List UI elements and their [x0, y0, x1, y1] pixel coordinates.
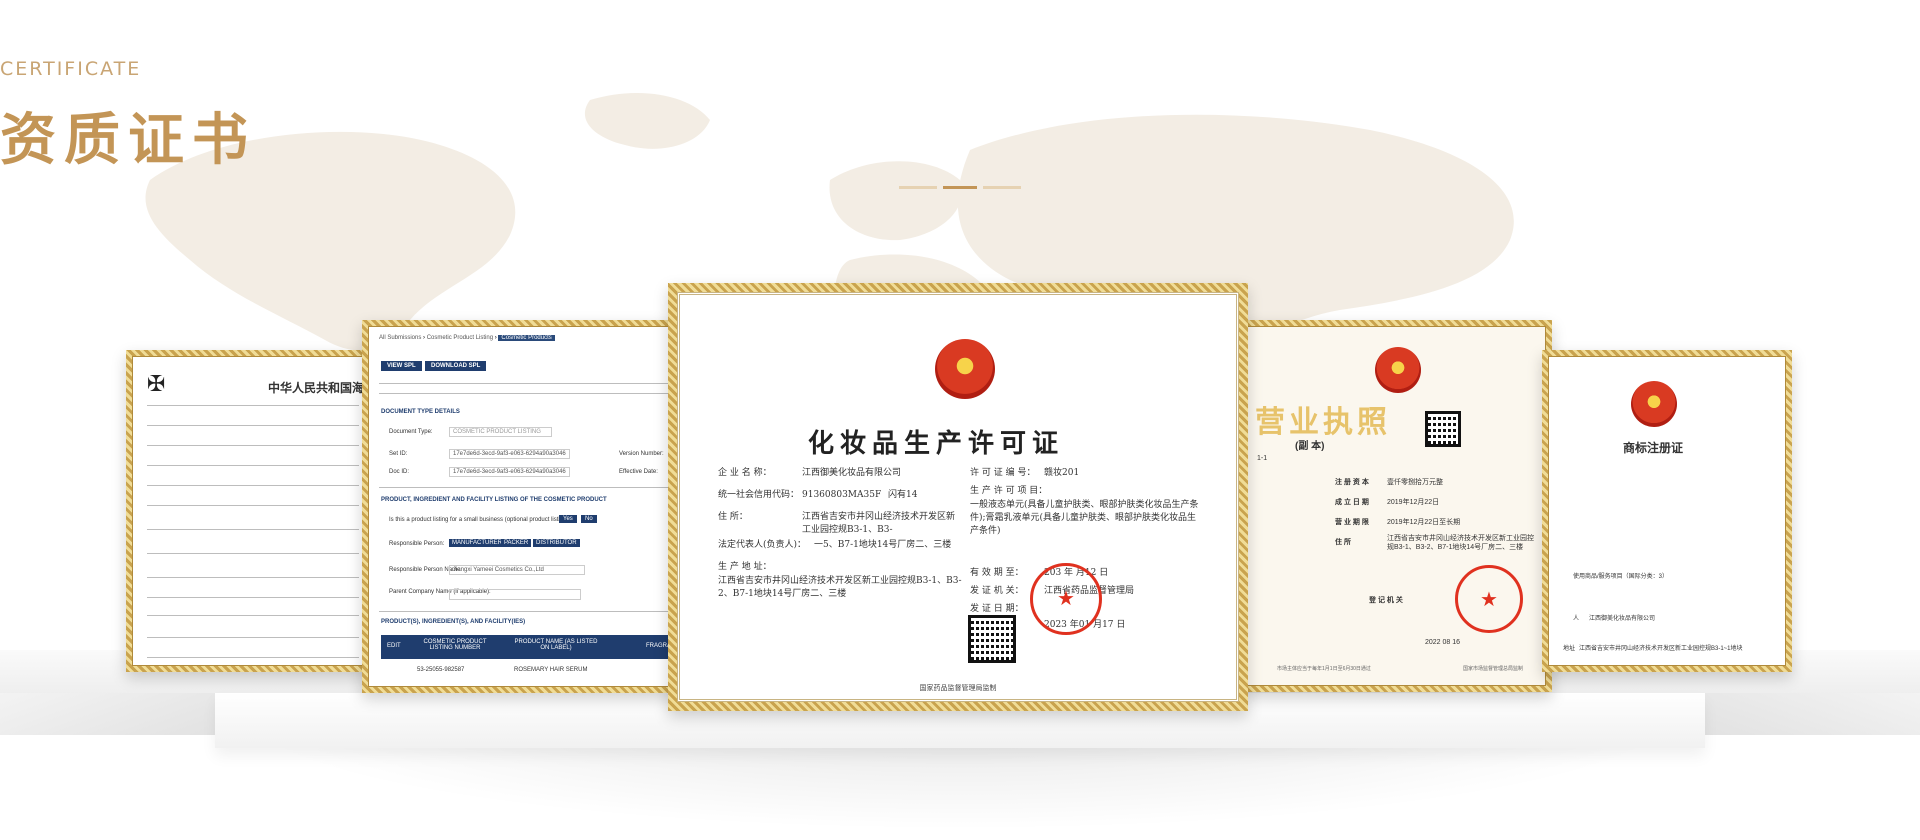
fda-table-header: EDIT COSMETIC PRODUCT LISTING NUMBER PRO…	[381, 635, 673, 659]
certificate-fda-listing[interactable]: All Submissions › Cosmetic Product Listi…	[362, 320, 680, 693]
download-spl-button[interactable]: DOWNLOAD SPL	[425, 361, 487, 371]
business-qr-icon	[1425, 411, 1461, 447]
customs-logo-icon: ✠	[147, 371, 166, 396]
fda-row-listing-number: 53-25055-982587	[417, 667, 465, 673]
national-emblem-icon	[1631, 381, 1677, 427]
official-seal-icon	[1455, 565, 1523, 633]
section-title: 资质证书	[0, 108, 256, 173]
license-footer: 国家药品监督管理局监制	[919, 685, 997, 692]
view-spl-button[interactable]: VIEW SPL	[381, 361, 422, 371]
section-subtitle: CERTIFICATE	[0, 58, 142, 80]
fda-row-product-name: ROSEMARY HAIR SERUM	[514, 667, 588, 673]
certificate-trademark[interactable]: 商标注册证 使用商品/服务项目（国际分类：3） 人 江西御美化妆品有限公司 地址…	[1542, 350, 1792, 672]
business-license-title: 营业执照	[1255, 406, 1391, 439]
pedestal-edge-right	[1705, 693, 1920, 735]
certificate-production-license[interactable]: 化妆品生产许可证 企 业 名 称： 江西御美化妆品有限公司 统一社会信用代码： …	[668, 283, 1248, 711]
certificate-business-license[interactable]: 营业执照 (副 本) 1-1 注 册 资 本 壹仟零捌拾万元整 成 立 日 期 …	[1240, 320, 1552, 692]
pedestal-edge-left	[0, 693, 215, 735]
fda-section-product-listing: PRODUCT, INGREDIENT AND FACILITY LISTING…	[381, 497, 607, 503]
trademark-title: 商标注册证	[1623, 441, 1684, 455]
official-seal-icon	[1030, 563, 1102, 635]
fda-breadcrumb: All Submissions › Cosmetic Product Listi…	[379, 335, 555, 341]
customs-title: 中华人民共和国海关进	[268, 381, 369, 395]
national-emblem-icon	[935, 339, 995, 399]
national-emblem-icon	[1375, 347, 1421, 393]
license-qr-icon	[968, 615, 1016, 663]
fda-section-document-type: DOCUMENT TYPE DETAILS	[381, 409, 460, 415]
certificate-customs[interactable]: ✠ 中华人民共和国海关进	[126, 350, 376, 672]
fda-section-products: PRODUCT(S), INGREDIENT(S), AND FACILITY(…	[381, 619, 526, 625]
title-divider	[899, 186, 1021, 189]
license-title: 化妆品生产许可证	[808, 429, 1065, 459]
